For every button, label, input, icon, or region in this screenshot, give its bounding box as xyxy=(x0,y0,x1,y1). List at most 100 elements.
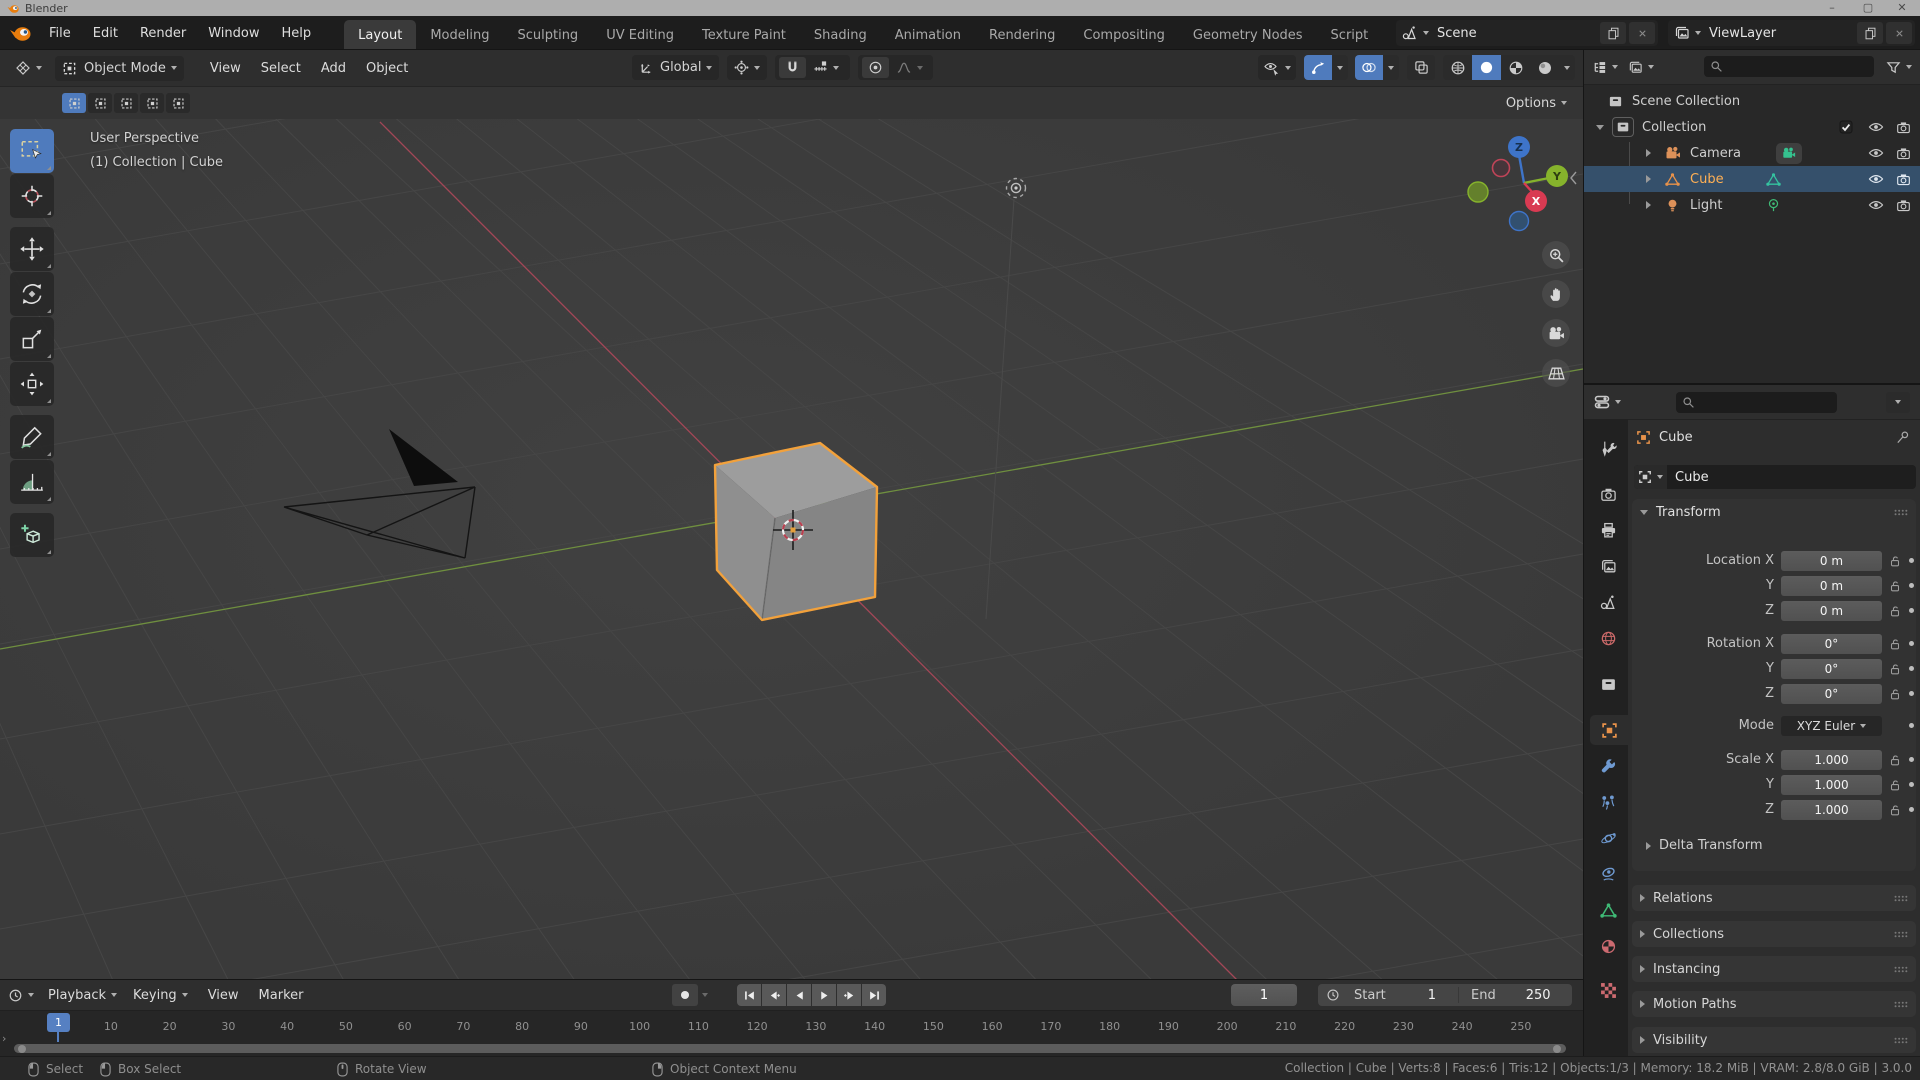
tab-physics[interactable] xyxy=(1588,823,1628,853)
lock-icon[interactable] xyxy=(1888,753,1902,767)
outliner-search[interactable] xyxy=(1704,56,1874,77)
outliner-editor-selector[interactable] xyxy=(1592,60,1618,75)
falloff-dropdown[interactable] xyxy=(889,57,929,78)
mode-selector[interactable]: Object Mode xyxy=(55,55,184,81)
panel-relations[interactable]: Relations xyxy=(1632,885,1916,911)
expand-icon[interactable] xyxy=(1646,149,1651,157)
proportional-editing-toggle[interactable] xyxy=(862,57,890,78)
lock-icon[interactable] xyxy=(1888,604,1902,618)
tool-move[interactable] xyxy=(10,227,54,271)
outliner-row-cube[interactable]: Cube xyxy=(1584,166,1920,192)
tab-material[interactable] xyxy=(1588,931,1628,961)
zoom-button[interactable] xyxy=(1542,241,1570,269)
camera-view-button[interactable] xyxy=(1542,319,1570,347)
jump-to-start-button[interactable] xyxy=(737,984,761,1006)
tab-uv-editing[interactable]: UV Editing xyxy=(592,20,688,50)
overlays-toggle[interactable] xyxy=(1355,55,1383,80)
lock-icon[interactable] xyxy=(1888,803,1902,817)
animate-dot[interactable] xyxy=(1909,691,1914,696)
gizmo-dropdown[interactable] xyxy=(1332,55,1348,80)
tool-rotate[interactable] xyxy=(10,272,54,316)
tab-tool[interactable] xyxy=(1588,433,1628,463)
timeline-scrollbar[interactable] xyxy=(0,1042,1583,1056)
snap-toggle[interactable] xyxy=(779,57,807,78)
auto-keying-toggle[interactable] xyxy=(672,984,698,1006)
tab-collection[interactable] xyxy=(1588,669,1628,699)
drag-dots-icon[interactable] xyxy=(1893,508,1908,517)
minimize-button[interactable]: – xyxy=(1820,1,1844,14)
material-preview-button[interactable] xyxy=(1501,55,1530,80)
gizmo-minus-z[interactable] xyxy=(1508,210,1530,232)
tool-cursor[interactable] xyxy=(10,174,54,218)
expand-icon[interactable] xyxy=(1646,201,1651,209)
outliner-row-scene-collection[interactable]: Scene Collection xyxy=(1584,88,1920,114)
use-preview-range-icon[interactable] xyxy=(1326,988,1340,1002)
menu-help[interactable]: Help xyxy=(271,16,323,50)
maximize-button[interactable]: ▢ xyxy=(1856,1,1880,14)
play-button[interactable] xyxy=(812,984,836,1006)
play-reverse-button[interactable] xyxy=(787,984,811,1006)
lock-icon[interactable] xyxy=(1888,579,1902,593)
animate-dot[interactable] xyxy=(1909,583,1914,588)
location-y-field[interactable]: 0 m xyxy=(1781,575,1882,596)
new-viewlayer-button[interactable] xyxy=(1857,22,1883,44)
rendered-shading-button[interactable] xyxy=(1530,55,1559,80)
tool-add-cube[interactable] xyxy=(10,513,54,557)
keying-set-chevron-icon[interactable] xyxy=(702,993,708,997)
timeline-marker-menu[interactable]: Marker xyxy=(249,988,314,1003)
animate-dot[interactable] xyxy=(1909,641,1914,646)
properties-search[interactable] xyxy=(1676,392,1837,413)
breadcrumb-object[interactable]: Cube xyxy=(1659,430,1693,445)
properties-options-dropdown[interactable] xyxy=(1886,391,1910,413)
light-object[interactable] xyxy=(1005,177,1027,199)
timeline-ruler[interactable]: 1 10 20 30 40 50 60 70 80 90 100 110 120 130 140 150 16… xyxy=(0,1010,1583,1043)
lock-icon[interactable] xyxy=(1888,662,1902,676)
select-mode-invert[interactable] xyxy=(140,93,164,113)
keying-menu[interactable]: Keying xyxy=(133,988,188,1003)
scrollbar-left-handle[interactable] xyxy=(18,1044,26,1053)
render-camera-icon[interactable] xyxy=(1896,172,1911,187)
scene-name[interactable]: Scene xyxy=(1429,26,1485,41)
tab-rendering[interactable]: Rendering xyxy=(975,20,1069,50)
solid-shading-button[interactable] xyxy=(1472,55,1501,80)
animate-dot[interactable] xyxy=(1909,723,1914,728)
menu-edit[interactable]: Edit xyxy=(82,16,129,50)
lock-icon[interactable] xyxy=(1888,778,1902,792)
properties-editor-selector[interactable] xyxy=(1594,394,1621,410)
hide-eye-icon[interactable] xyxy=(1868,171,1884,187)
lock-icon[interactable] xyxy=(1888,687,1902,701)
menu-object[interactable]: Object xyxy=(356,61,418,76)
current-frame-field[interactable]: 1 xyxy=(1231,984,1297,1006)
checkbox-icon[interactable] xyxy=(1838,119,1854,135)
tool-annotate[interactable] xyxy=(10,415,54,459)
panel-instancing[interactable]: Instancing xyxy=(1632,956,1916,982)
scene-icon[interactable] xyxy=(1402,25,1418,41)
tool-scale[interactable] xyxy=(10,317,54,361)
tab-layout[interactable]: Layout xyxy=(344,20,417,50)
playhead[interactable]: 1 xyxy=(47,1013,70,1032)
gizmo-minus-x[interactable] xyxy=(1491,158,1511,178)
animate-dot[interactable] xyxy=(1909,608,1914,613)
shading-dropdown[interactable] xyxy=(1559,55,1575,80)
tab-texture-paint[interactable]: Texture Paint xyxy=(688,20,800,50)
animate-dot[interactable] xyxy=(1909,666,1914,671)
tab-particles[interactable] xyxy=(1588,787,1628,817)
scrollbar-right-handle[interactable] xyxy=(1553,1044,1561,1053)
close-button[interactable]: ✕ xyxy=(1890,1,1914,14)
rotation-x-field[interactable]: 0° xyxy=(1781,633,1882,654)
hide-eye-icon[interactable] xyxy=(1868,145,1884,161)
toggle-ortho-button[interactable] xyxy=(1542,359,1570,387)
transform-orientation-dropdown[interactable]: Global xyxy=(632,55,720,80)
tab-view-layer[interactable] xyxy=(1588,551,1628,581)
options-dropdown[interactable]: Options xyxy=(1506,96,1567,111)
outliner-display-mode[interactable] xyxy=(1628,60,1654,75)
menu-file[interactable]: File xyxy=(38,16,82,50)
jump-to-end-button[interactable] xyxy=(862,984,886,1006)
end-frame-field[interactable]: 250 xyxy=(1526,988,1551,1003)
tab-render[interactable] xyxy=(1588,479,1628,509)
tab-animation[interactable]: Animation xyxy=(881,20,975,50)
render-camera-icon[interactable] xyxy=(1896,120,1911,135)
select-mode-intersect[interactable] xyxy=(166,93,190,113)
timeline-editor-selector[interactable] xyxy=(8,988,34,1003)
object-visibility-dropdown[interactable] xyxy=(1258,55,1296,80)
